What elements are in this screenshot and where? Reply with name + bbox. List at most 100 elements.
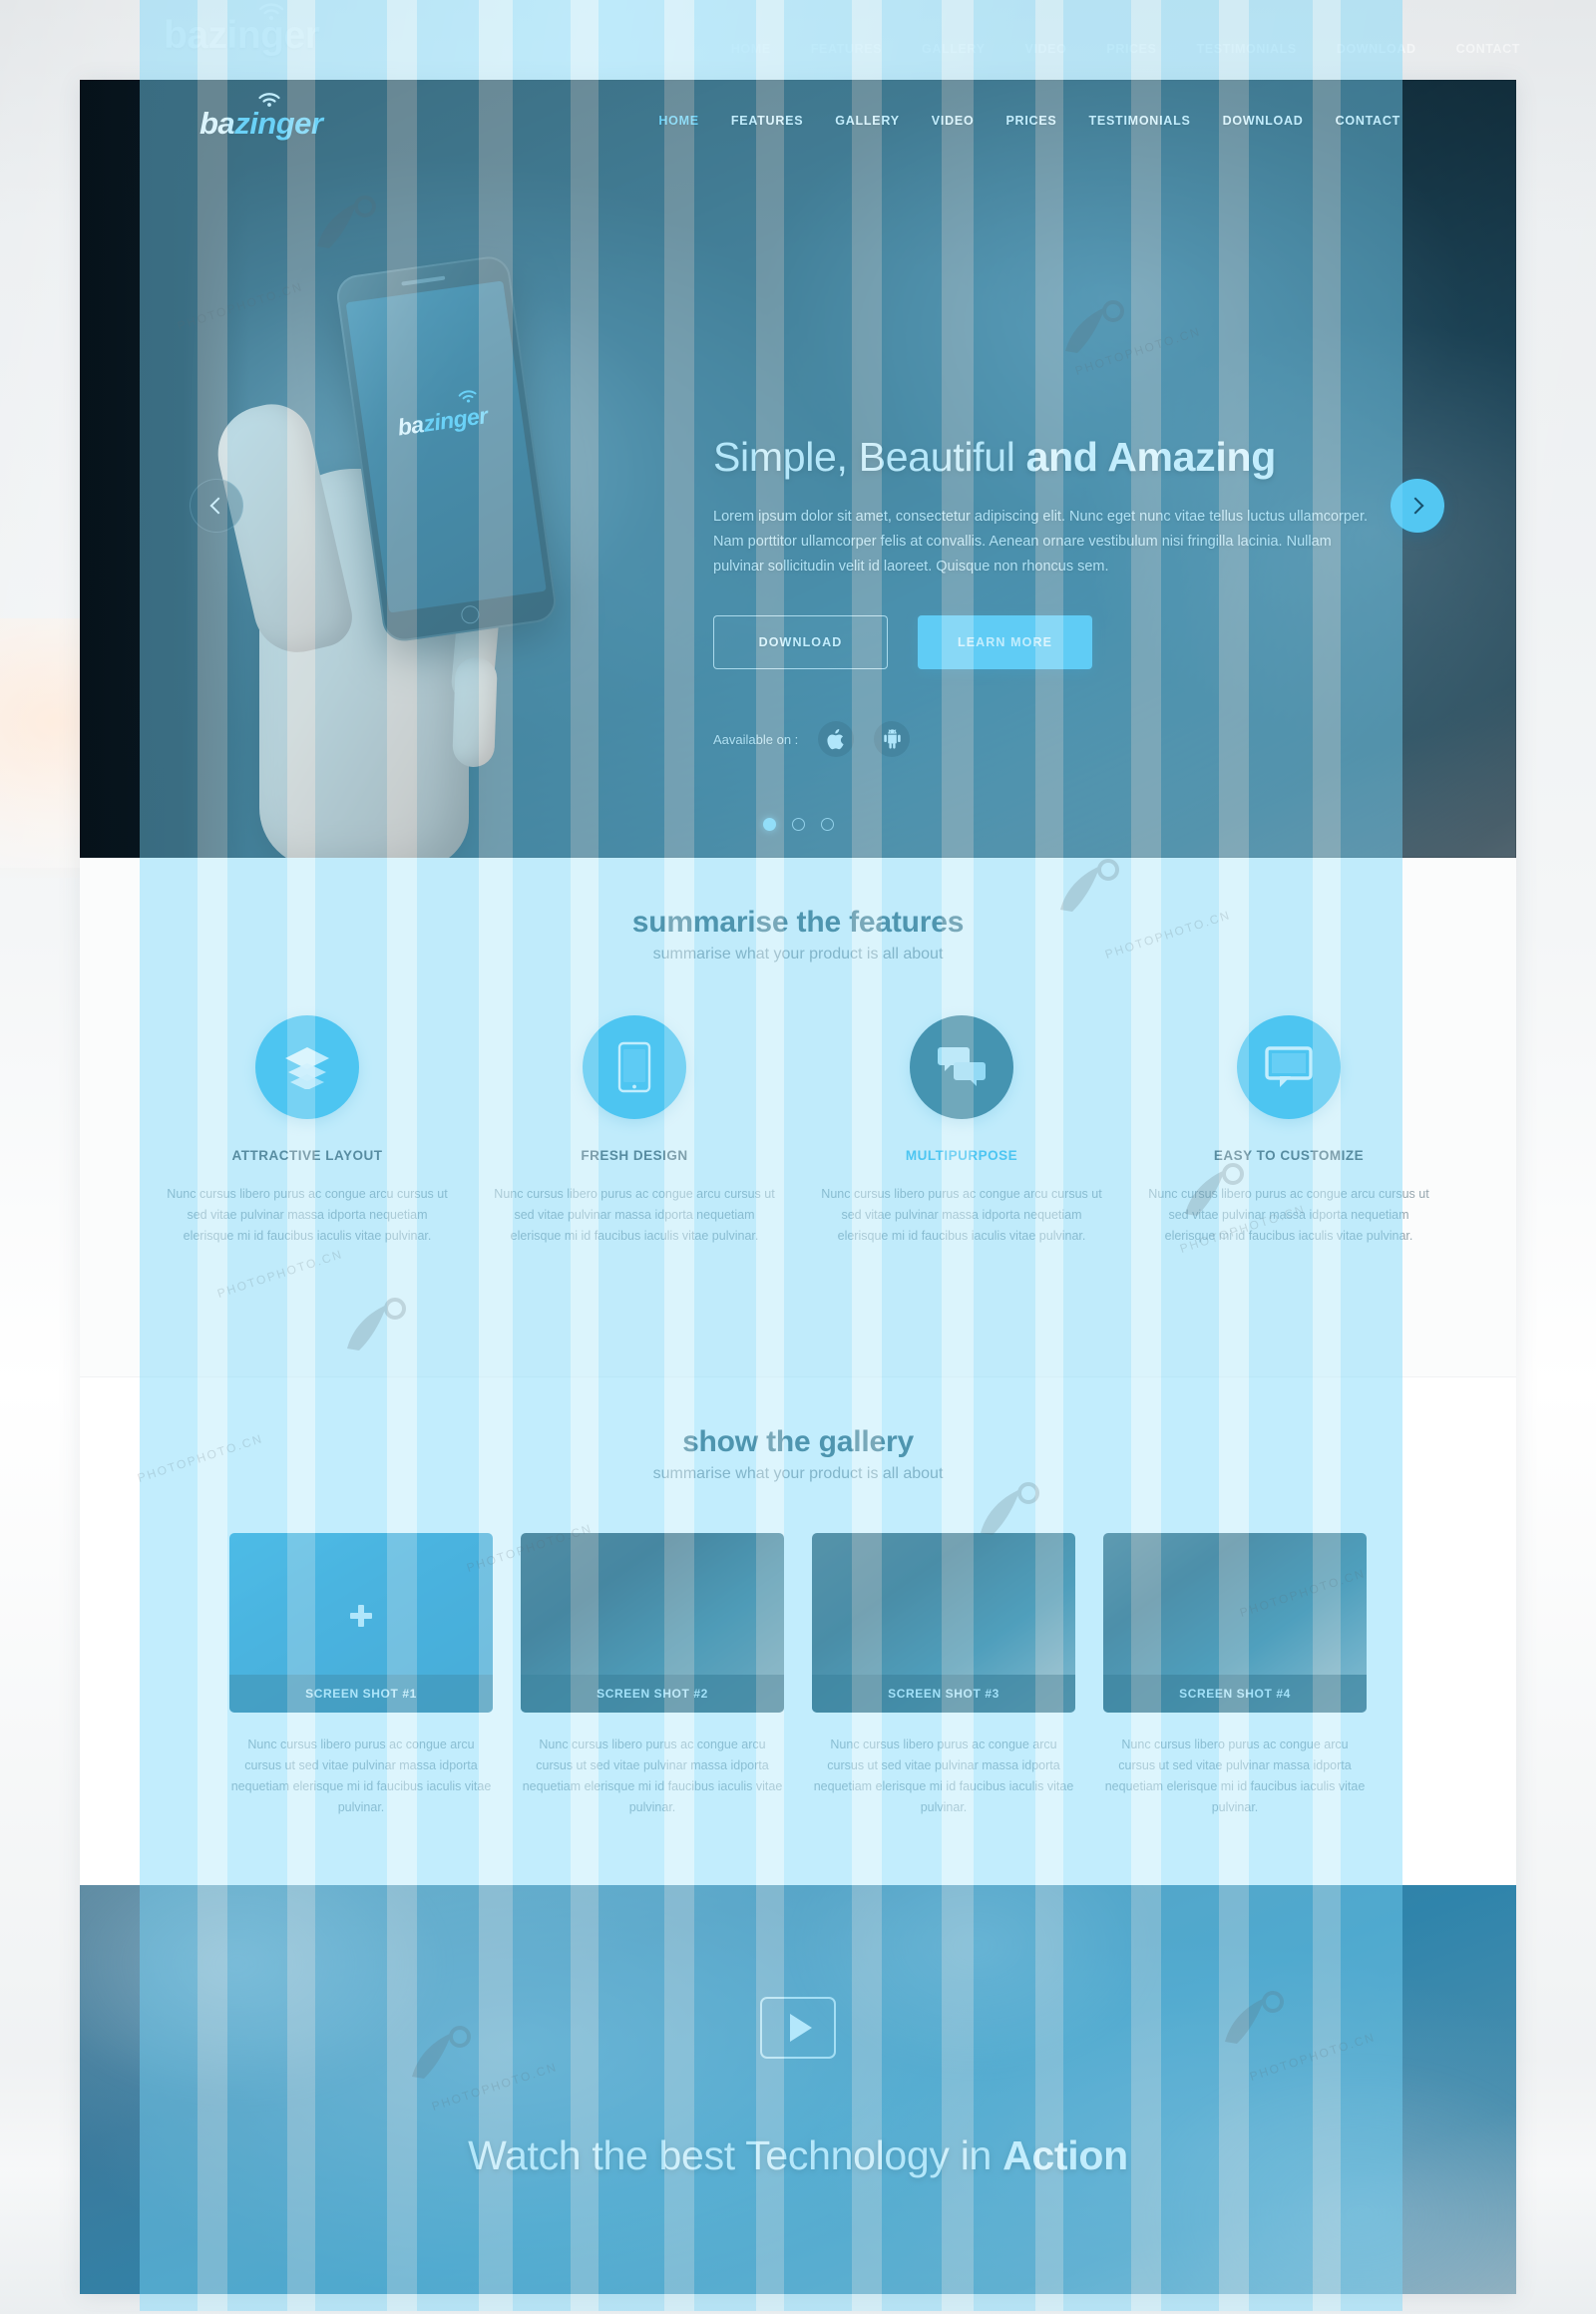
gallery-section: show the gallery summarise what your pro…: [80, 1376, 1516, 1885]
features-subtitle: summarise what your product is all about: [652, 946, 944, 963]
video-heading-bold: Action: [1002, 2132, 1128, 2178]
feature-title: ATTRACTIVE LAYOUT: [231, 1148, 383, 1163]
gallery-body: Nunc cursus libero purus ac congue arcu …: [813, 1737, 1074, 1814]
wifi-icon: [258, 93, 280, 107]
available-on-row: Aavailable on :: [713, 721, 1372, 757]
feature-card: MULTIPURPOSE Nunc cursus libero purus ac…: [798, 1015, 1125, 1247]
ghost-logo: bazinger: [164, 14, 320, 58]
features-section: summarise the features summarise what yo…: [80, 858, 1516, 1376]
ghost-nav-item: GALLERY: [922, 42, 986, 56]
ghost-nav-item: FEATURES: [810, 42, 883, 56]
nav-item-gallery[interactable]: GALLERY: [819, 114, 916, 128]
nav-item-home[interactable]: HOME: [642, 114, 715, 128]
hero-heading: Simple, Beautiful and Amazing: [713, 434, 1372, 481]
video-background-blur: [80, 1885, 1516, 2294]
ghost-nav-item: HOME: [730, 42, 771, 56]
finger-shape: [452, 656, 498, 768]
feature-icon-button[interactable]: [1237, 1015, 1341, 1119]
play-button[interactable]: [760, 1997, 836, 2059]
gallery-item: SCREEN SHOT #2 Nunc cursus libero purus …: [521, 1533, 784, 1818]
video-heading: Watch the best Technology in Action: [80, 2132, 1516, 2179]
chevron-left-icon: [209, 497, 227, 515]
ghost-nav-item: DOWNLOAD: [1336, 42, 1416, 56]
wifi-icon: [258, 3, 284, 20]
nav-item-prices[interactable]: PRICES: [990, 114, 1072, 128]
features-title: summarise the features: [631, 906, 965, 939]
ghost-nav: HOME FEATURES GALLERY VIDEO PRICES TESTI…: [731, 42, 1520, 56]
feature-card: FRESH DESIGN Nunc cursus libero purus ac…: [471, 1015, 798, 1247]
nav-item-contact[interactable]: CONTACT: [1320, 114, 1416, 128]
gallery-thumbnail[interactable]: SCREEN SHOT #2: [521, 1533, 784, 1713]
slider-pagination: [80, 818, 1516, 831]
hero-heading-light: Simple, Beautiful: [713, 434, 1026, 480]
hand-holding-phone-illustration: bazinger: [150, 253, 569, 858]
ghost-logo-part2: zinger: [207, 14, 320, 57]
hero-paragraph: Lorem ipsum dolor sit amet, consectetur …: [713, 509, 1369, 575]
plus-icon: [350, 1604, 372, 1627]
nav-item-testimonials[interactable]: TESTIMONIALS: [1073, 114, 1207, 128]
ghost-nav-item: CONTACT: [1455, 42, 1520, 56]
gallery-subtitle: summarise what your product is all about: [652, 1465, 944, 1482]
site-logo[interactable]: bazinger: [200, 106, 323, 142]
download-button[interactable]: DOWNLOAD: [713, 615, 888, 669]
slider-dot-3[interactable]: [820, 818, 834, 831]
nav-links: HOME FEATURES GALLERY VIDEO PRICES TESTI…: [642, 114, 1416, 128]
feature-body: Nunc cursus libero purus ac congue arcu …: [167, 1187, 448, 1243]
feature-icon-button[interactable]: [583, 1015, 686, 1119]
nav-item-download[interactable]: DOWNLOAD: [1207, 114, 1320, 128]
feature-icon-button[interactable]: [255, 1015, 359, 1119]
mobile-phone-icon: [617, 1041, 651, 1093]
ghost-logo-part1: ba: [164, 14, 208, 57]
gallery-title: show the gallery: [682, 1425, 914, 1458]
ghost-header: bazinger HOME FEATURES GALLERY VIDEO PRI…: [0, 0, 1596, 78]
hero-section: bazinger bazinger HOME FEATURES GALLER: [80, 80, 1516, 858]
gallery-grid: SCREEN SHOT #1 Nunc cursus libero purus …: [80, 1533, 1516, 1818]
logo-part1: ba: [200, 106, 235, 141]
gallery-thumbnail[interactable]: SCREEN SHOT #3: [812, 1533, 1075, 1713]
monitor-screen-icon: [1265, 1046, 1313, 1087]
ghost-nav-item: TESTIMONIALS: [1196, 42, 1297, 56]
play-icon: [790, 2014, 812, 2042]
gallery-item: SCREEN SHOT #4 Nunc cursus libero purus …: [1103, 1533, 1367, 1818]
gallery-thumbnail[interactable]: SCREEN SHOT #1: [229, 1533, 493, 1713]
available-on-label: Aavailable on :: [713, 731, 799, 747]
gallery-caption: SCREEN SHOT #1: [229, 1675, 493, 1713]
video-section: Watch the best Technology in Action: [80, 1885, 1516, 2294]
main-navbar: bazinger HOME FEATURES GALLERY VIDEO PRI…: [80, 80, 1516, 166]
gallery-thumbnail[interactable]: SCREEN SHOT #4: [1103, 1533, 1367, 1713]
chat-bubbles-icon: [938, 1047, 986, 1086]
hero-buttons: DOWNLOAD LEARN MORE: [713, 615, 1372, 669]
gallery-body: Nunc cursus libero purus ac congue arcu …: [230, 1737, 492, 1814]
nav-item-features[interactable]: FEATURES: [715, 114, 819, 128]
video-heading-light: Watch the best Technology in: [468, 2132, 1003, 2178]
layers-icon: [285, 1047, 329, 1089]
feature-title: FRESH DESIGN: [581, 1148, 688, 1163]
feature-title: EASY TO CUSTOMIZE: [1213, 1148, 1365, 1163]
apple-icon[interactable]: [818, 721, 855, 757]
website-mockup: bazinger bazinger HOME FEATURES GALLER: [80, 80, 1516, 2294]
gallery-caption: SCREEN SHOT #4: [1103, 1675, 1367, 1713]
feature-icon-button[interactable]: [910, 1015, 1013, 1119]
feature-body: Nunc cursus libero purus ac congue arcu …: [821, 1187, 1102, 1243]
features-grid: ATTRACTIVE LAYOUT Nunc cursus libero pur…: [80, 1015, 1516, 1247]
gallery-body: Nunc cursus libero purus ac congue arcu …: [1104, 1737, 1366, 1814]
gallery-body: Nunc cursus libero purus ac congue arcu …: [522, 1737, 783, 1814]
learn-more-button[interactable]: LEARN MORE: [918, 615, 1092, 669]
ghost-nav-item: VIDEO: [1024, 42, 1067, 56]
slider-dot-1[interactable]: [762, 818, 776, 831]
chevron-right-icon: [1406, 497, 1424, 515]
feature-body: Nunc cursus libero purus ac congue arcu …: [1148, 1187, 1429, 1243]
gallery-caption: SCREEN SHOT #2: [521, 1675, 784, 1713]
slider-dot-2[interactable]: [791, 818, 805, 831]
feature-card: ATTRACTIVE LAYOUT Nunc cursus libero pur…: [144, 1015, 471, 1247]
gallery-caption: SCREEN SHOT #3: [812, 1675, 1075, 1713]
slider-prev-button[interactable]: [190, 479, 243, 533]
logo-part2: zinger: [234, 106, 323, 141]
ghost-nav-item: PRICES: [1106, 42, 1157, 56]
nav-item-video[interactable]: VIDEO: [916, 114, 991, 128]
gallery-item: SCREEN SHOT #1 Nunc cursus libero purus …: [229, 1533, 493, 1818]
slider-next-button[interactable]: [1391, 479, 1444, 533]
gallery-item: SCREEN SHOT #3 Nunc cursus libero purus …: [812, 1533, 1075, 1818]
feature-card: EASY TO CUSTOMIZE Nunc cursus libero pur…: [1125, 1015, 1452, 1247]
android-icon[interactable]: [874, 721, 911, 757]
